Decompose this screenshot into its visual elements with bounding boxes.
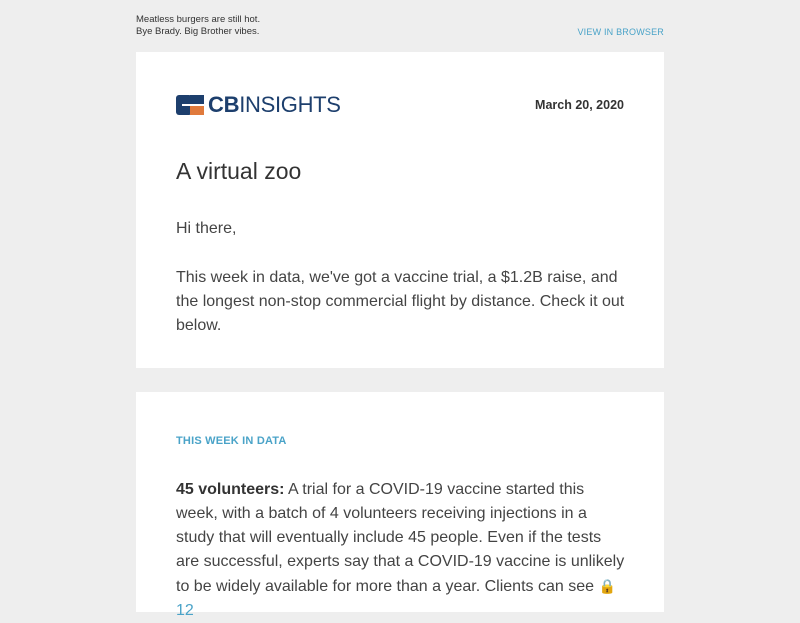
cb-insights-logo[interactable]: CBINSIGHTS (176, 94, 341, 116)
data-item-text: A trial for a COVID-19 vaccine started t… (176, 481, 625, 595)
logo-wordmark: CBINSIGHTS (208, 94, 341, 116)
view-in-browser-link[interactable]: VIEW IN BROWSER (577, 27, 664, 37)
preheader: Meatless burgers are still hot. Bye Brad… (136, 14, 260, 38)
data-item-lead: 45 volunteers: (176, 481, 285, 498)
headline: A virtual zoo (176, 158, 302, 184)
preheader-line-1: Meatless burgers are still hot. (136, 14, 261, 25)
greeting: Hi there, (176, 220, 237, 237)
intro-card: CBINSIGHTS March 20, 2020 A virtual zoo … (136, 52, 664, 368)
preheader-line-2: Bye Brady. Big Brother vibes. (136, 26, 260, 37)
intro-paragraph: This week in data, we've got a vaccine t… (176, 269, 625, 334)
lock-icon: 🔒 (598, 578, 616, 594)
data-item: 45 volunteers: A trial for a COVID-19 va… (176, 478, 628, 623)
section-label: THIS WEEK IN DATA (176, 435, 287, 447)
issue-date: March 20, 2020 (535, 98, 624, 112)
data-section-card: THIS WEEK IN DATA 45 volunteers: A trial… (136, 392, 664, 619)
logo-wordmark-rest: INSIGHTS (239, 92, 341, 117)
cb-insights-logo-icon (176, 95, 204, 115)
logo-wordmark-bold: CB (208, 92, 240, 117)
clients-link[interactable]: 12 (176, 602, 194, 619)
